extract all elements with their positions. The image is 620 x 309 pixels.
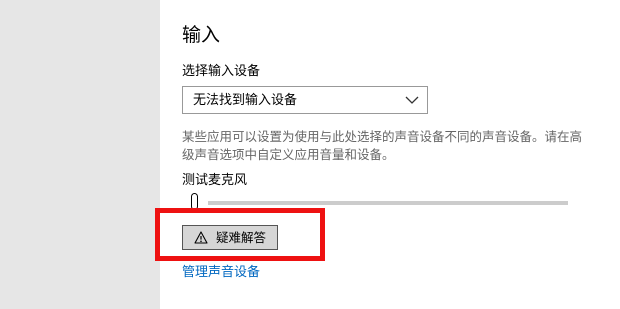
- test-microphone-label: 测试麦克风: [182, 173, 248, 188]
- input-device-dropdown-value: 无法找到输入设备: [193, 93, 298, 108]
- navigation-pane: [0, 0, 160, 309]
- section-title: 输入: [182, 24, 221, 46]
- select-input-device-label: 选择输入设备: [182, 64, 261, 79]
- microphone-level-meter: [208, 201, 568, 205]
- highlight-annotation-box: [155, 208, 325, 261]
- manage-sound-devices-link[interactable]: 管理声音设备: [182, 264, 260, 282]
- settings-window: 输入 选择输入设备 无法找到输入设备 某些应用可以设置为使用与此处选择的声音设备…: [0, 0, 620, 309]
- input-device-dropdown[interactable]: 无法找到输入设备: [182, 86, 428, 114]
- sound-settings-content: 输入 选择输入设备 无法找到输入设备 某些应用可以设置为使用与此处选择的声音设备…: [155, 0, 620, 309]
- device-description: 某些应用可以设置为使用与此处选择的声音设备不同的声音设备。请在高级声音选项中自定…: [182, 129, 583, 162]
- chevron-down-icon: [405, 96, 419, 104]
